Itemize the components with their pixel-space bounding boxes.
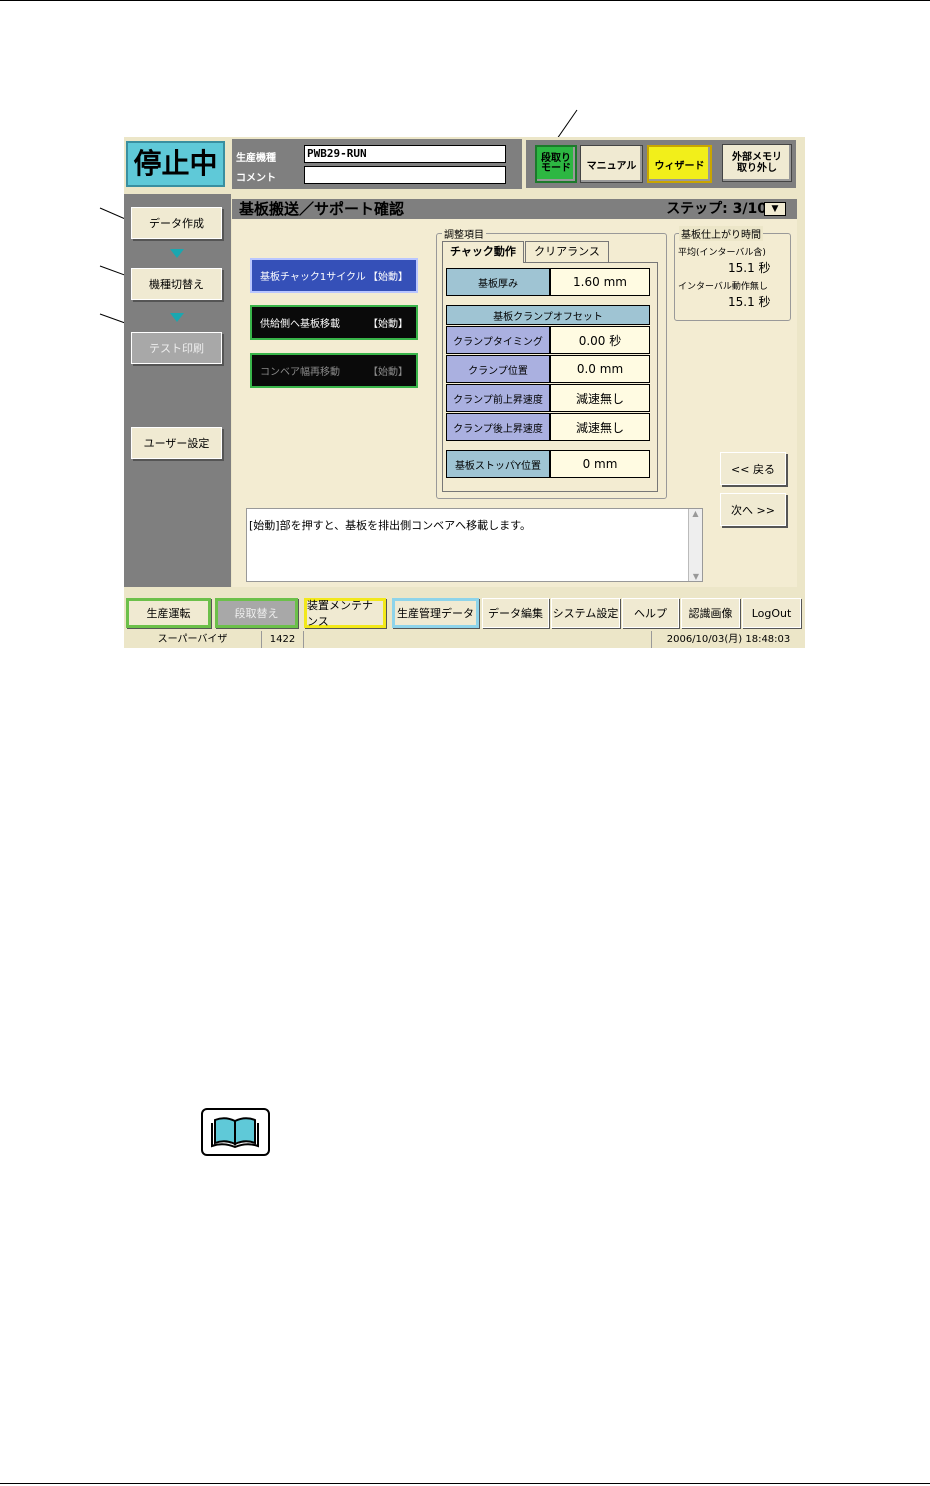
external-memory-button[interactable]: 外部メモリ 取り外し	[722, 144, 792, 182]
bottom-rule	[0, 1483, 930, 1484]
finish-time-label: 基板仕上がり時間	[679, 226, 763, 241]
sidebar-item-data-create[interactable]: データ作成	[131, 207, 222, 239]
machine-status: 停止中	[126, 141, 225, 187]
step-indicator: ステップ: 3/10	[666, 201, 767, 217]
manual-button[interactable]: マニュアル	[580, 145, 643, 183]
clamp-position-value[interactable]: 0.0 mm	[550, 355, 650, 383]
next-button[interactable]: 次へ >>	[720, 493, 786, 526]
transfer-label: 供給側へ基板移載	[260, 319, 340, 330]
page-title-bar: 基板搬送／サポート確認 ステップ: 3/10	[232, 199, 797, 219]
pre-clamp-speed-value[interactable]: 減速無し	[550, 384, 650, 412]
scroll-up-icon[interactable]: ▲	[689, 509, 702, 518]
maintenance-button[interactable]: 装置メンテナンス	[304, 598, 386, 628]
message-text: [始動]部を押すと、基板を排出側コンベアへ移載します。	[249, 519, 532, 532]
model-label: 生産機種	[236, 153, 276, 164]
post-clamp-speed-label: クランプ後上昇速度	[446, 413, 550, 441]
flow-arrow-icon	[170, 249, 184, 258]
clamp-position-label: クランプ位置	[446, 355, 550, 383]
clamp-timing-value[interactable]: 0.00 秒	[550, 326, 650, 354]
board-thickness-label: 基板厚み	[446, 268, 550, 296]
start-label: 【始動】	[368, 319, 408, 330]
book-svg	[211, 1117, 259, 1149]
message-box: [始動]部を押すと、基板を排出側コンベアへ移載します。	[246, 508, 703, 582]
stopper-y-label: 基板ストッパY位置	[446, 450, 550, 478]
avg-time-value: 15.1 秒	[728, 261, 771, 275]
conveyor-width-button[interactable]: コンベア幅再移動 【始動】	[250, 353, 418, 388]
chuck-cycle-label: 基板チャック1サイクル	[260, 272, 366, 283]
status-datetime: 2006/10/03(月) 18:48:03	[666, 634, 791, 645]
sidebar-item-user-settings[interactable]: ユーザー設定	[131, 427, 222, 459]
status-bar: スーパーバイザ 1422 2006/10/03(月) 18:48:03	[124, 631, 805, 648]
conveyor-label: コンベア幅再移動	[260, 367, 340, 378]
recognition-image-button[interactable]: 認識画像	[681, 598, 740, 628]
status-user: スーパーバイザ	[124, 631, 262, 648]
start-label: 【始動】	[368, 272, 408, 283]
sidebar-item-test-print[interactable]: テスト印刷	[131, 332, 222, 364]
status-code: 1422	[262, 631, 304, 648]
pre-clamp-speed-label: クランプ前上昇速度	[446, 384, 550, 412]
tab-chuck[interactable]: チャック動作	[442, 241, 524, 263]
interval-time-label: インターバル動作無し	[678, 282, 768, 292]
machine-screen: 停止中 生産機種 PWB29-RUN コメント 段取り モード マニュアル ウィ…	[124, 137, 805, 648]
interval-time-value: 15.1 秒	[728, 295, 771, 309]
page-title: 基板搬送／サポート確認	[239, 200, 405, 218]
model-field[interactable]: PWB29-RUN	[304, 145, 506, 163]
setup-mode-button[interactable]: 段取り モード	[535, 145, 577, 183]
post-clamp-speed-value[interactable]: 減速無し	[550, 413, 650, 441]
scroll-down-icon[interactable]: ▼	[689, 572, 703, 581]
comment-label: コメント	[236, 173, 276, 184]
data-edit-button[interactable]: データ編集	[482, 598, 549, 628]
status-spacer	[304, 631, 652, 648]
triangle-down-icon: ▼	[771, 204, 779, 214]
comment-field[interactable]	[304, 166, 506, 184]
tab-clearance[interactable]: クリアランス	[525, 241, 609, 263]
transfer-to-supply-button[interactable]: 供給側へ基板移載 【始動】	[250, 305, 418, 340]
production-data-button[interactable]: 生産管理データ	[392, 598, 479, 628]
chuck-cycle-button[interactable]: 基板チャック1サイクル 【始動】	[250, 258, 418, 293]
message-scrollbar[interactable]: ▲ ▼	[688, 509, 702, 581]
back-button[interactable]: << 戻る	[720, 452, 786, 485]
flow-arrow-icon	[170, 313, 184, 322]
step-dropdown[interactable]: ▼	[764, 202, 786, 216]
logout-button[interactable]: LogOut	[742, 598, 801, 628]
sidebar-item-model-change[interactable]: 機種切替え	[131, 268, 222, 300]
setup-change-button[interactable]: 段取替え	[215, 598, 298, 628]
clamp-offset-header: 基板クランプオフセット	[446, 305, 650, 325]
avg-time-label: 平均(インターバル含)	[678, 248, 766, 258]
start-label: 【始動】	[368, 367, 408, 378]
system-settings-button[interactable]: システム設定	[551, 598, 620, 628]
wizard-button[interactable]: ウィザード	[647, 145, 712, 183]
book-icon	[201, 1108, 270, 1156]
clamp-timing-label: クランプタイミング	[446, 326, 550, 354]
stopper-y-value[interactable]: 0 mm	[550, 450, 650, 478]
help-button[interactable]: ヘルプ	[622, 598, 679, 628]
production-run-button[interactable]: 生産運転	[126, 598, 211, 628]
board-thickness-value[interactable]: 1.60 mm	[550, 268, 650, 296]
adjust-group-label: 調整項目	[442, 226, 486, 241]
